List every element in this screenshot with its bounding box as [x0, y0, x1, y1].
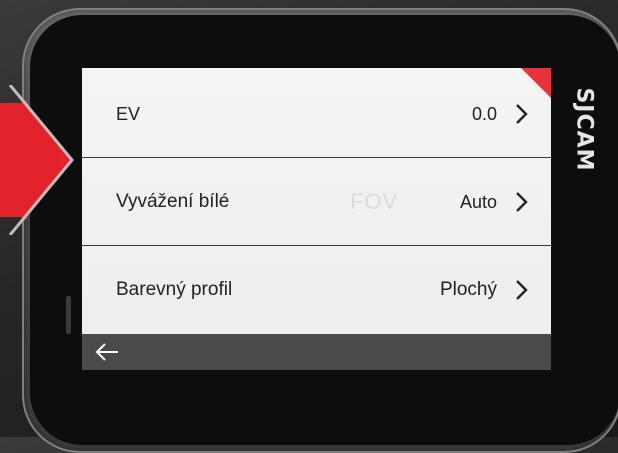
arrow-left-icon[interactable] [94, 342, 120, 362]
menu-item-label: EV [116, 103, 141, 124]
menu-item-ev[interactable]: EV 0.0 [82, 70, 551, 158]
menu-screen: EV 0.0 FOV Vyvážení bílé Auto Barevný pr… [82, 68, 551, 370]
bottom-bar [82, 334, 551, 370]
menu-item-white-balance[interactable]: Vyvážení bílé Auto [82, 158, 551, 246]
chevron-right-icon [516, 280, 528, 300]
chevron-right-icon [516, 192, 528, 212]
menu-item-value: Plochý [439, 279, 497, 300]
menu-item-label: Vyvážení bílé [116, 191, 230, 212]
menu-item-label: Barevný profil [116, 279, 233, 300]
brand-logo: SJCAM [562, 74, 606, 184]
menu-item-color-profile[interactable]: Barevný profil Plochý [82, 246, 551, 334]
menu-item-value: Auto [459, 191, 497, 212]
red-arrow-pointer [0, 85, 74, 235]
side-button [66, 296, 71, 334]
brand-logo-text: SJCAM [571, 86, 597, 172]
chevron-right-icon [516, 104, 528, 124]
menu-item-value: 0.0 [471, 103, 497, 124]
